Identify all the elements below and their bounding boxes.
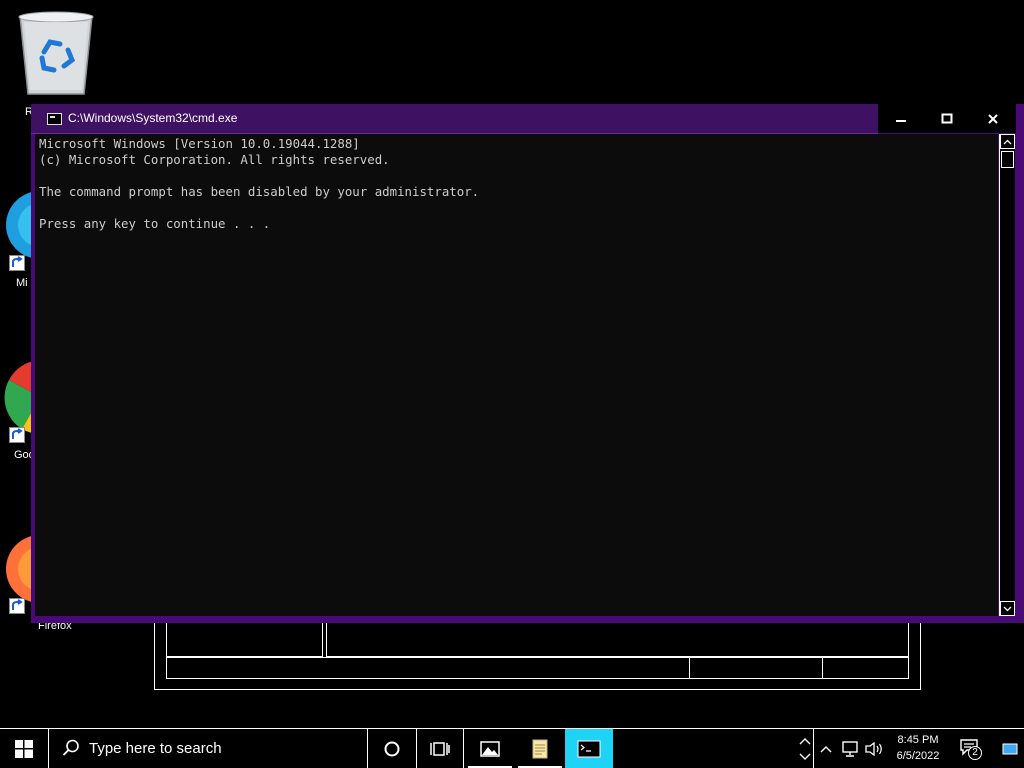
chevron-down-icon — [799, 753, 811, 760]
background-window-pane — [326, 621, 909, 657]
network-button[interactable] — [838, 729, 862, 768]
chevron-up-icon — [799, 737, 811, 744]
desktop: R Mi Goo Firefox C:\Windows\System32\cmd… — [0, 0, 1024, 728]
network-icon — [842, 740, 858, 757]
show-desktop-button[interactable] — [996, 729, 1024, 768]
taskbar-scroll[interactable] — [796, 729, 814, 768]
clock-time: 8:45 PM — [897, 734, 939, 746]
chevron-up-icon — [820, 745, 832, 752]
scroll-thumb[interactable] — [1001, 151, 1014, 168]
cmd-app-icon — [47, 113, 62, 125]
chevron-down-icon — [1003, 606, 1012, 611]
clock[interactable]: 8:45 PM 6/5/2022 — [888, 729, 948, 768]
speaker-icon — [865, 741, 882, 756]
cmd-window[interactable]: C:\Windows\System32\cmd.exe Microsoft Wi… — [31, 104, 1024, 623]
notepad-icon — [532, 739, 548, 758]
scroll-up-button[interactable] — [1000, 134, 1015, 149]
taskbar-app-cmd[interactable] — [565, 729, 613, 768]
cmd-icon — [577, 740, 601, 757]
console-line: (c) Microsoft Corporation. All rights re… — [39, 152, 390, 167]
maximize-icon — [941, 113, 953, 123]
title-bar[interactable]: C:\Windows\System32\cmd.exe — [31, 104, 878, 134]
console-line: The command prompt has been disabled by … — [39, 184, 480, 199]
window-title: C:\Windows\System32\cmd.exe — [68, 111, 238, 125]
maximize-button[interactable] — [924, 104, 970, 133]
chevron-up-icon — [1003, 139, 1012, 144]
cortana-icon — [384, 741, 400, 756]
photos-icon — [480, 740, 500, 757]
taskbar-separator — [463, 729, 464, 768]
minimize-button[interactable] — [878, 104, 924, 133]
close-icon — [988, 113, 998, 124]
minimize-icon — [896, 119, 906, 122]
console-output[interactable]: Microsoft Windows [Version 10.0.19044.12… — [35, 134, 998, 616]
vertical-scrollbar[interactable] — [999, 134, 1015, 616]
console-line: Press any key to continue . . . — [39, 216, 271, 231]
task-view-button[interactable] — [417, 729, 463, 768]
edge-label: Mi — [16, 277, 28, 289]
task-view-icon — [430, 741, 450, 756]
search-placeholder: Type here to search — [89, 740, 222, 757]
search-box[interactable]: Type here to search — [48, 729, 368, 768]
background-window-pane — [166, 621, 323, 657]
taskbar-app-notepad[interactable] — [516, 729, 564, 768]
start-button[interactable] — [0, 729, 48, 768]
shortcut-arrow-icon — [9, 427, 25, 443]
taskbar-app-photos[interactable] — [466, 729, 514, 768]
close-button[interactable] — [970, 104, 1016, 133]
scroll-down-button[interactable] — [1000, 601, 1015, 616]
volume-button[interactable] — [862, 729, 886, 768]
clock-date: 6/5/2022 — [896, 750, 940, 762]
taskbar-separator — [813, 729, 814, 768]
show-hidden-icons-button[interactable] — [815, 729, 837, 768]
cortana-button[interactable] — [368, 729, 416, 768]
desktop-preview-icon — [1002, 743, 1018, 754]
windows-logo-icon — [15, 739, 33, 758]
search-icon — [62, 739, 79, 756]
background-window-statusbar-cell — [689, 657, 823, 679]
console-line: Microsoft Windows [Version 10.0.19044.12… — [39, 136, 360, 151]
taskbar: Type here to search 8:45 PM 6/5/2022 2 — [0, 728, 1024, 768]
shortcut-arrow-icon — [9, 598, 25, 614]
notification-count-badge: 2 — [968, 746, 982, 760]
recycle-bin-icon[interactable]: R — [14, 8, 98, 118]
shortcut-arrow-icon — [9, 255, 25, 271]
